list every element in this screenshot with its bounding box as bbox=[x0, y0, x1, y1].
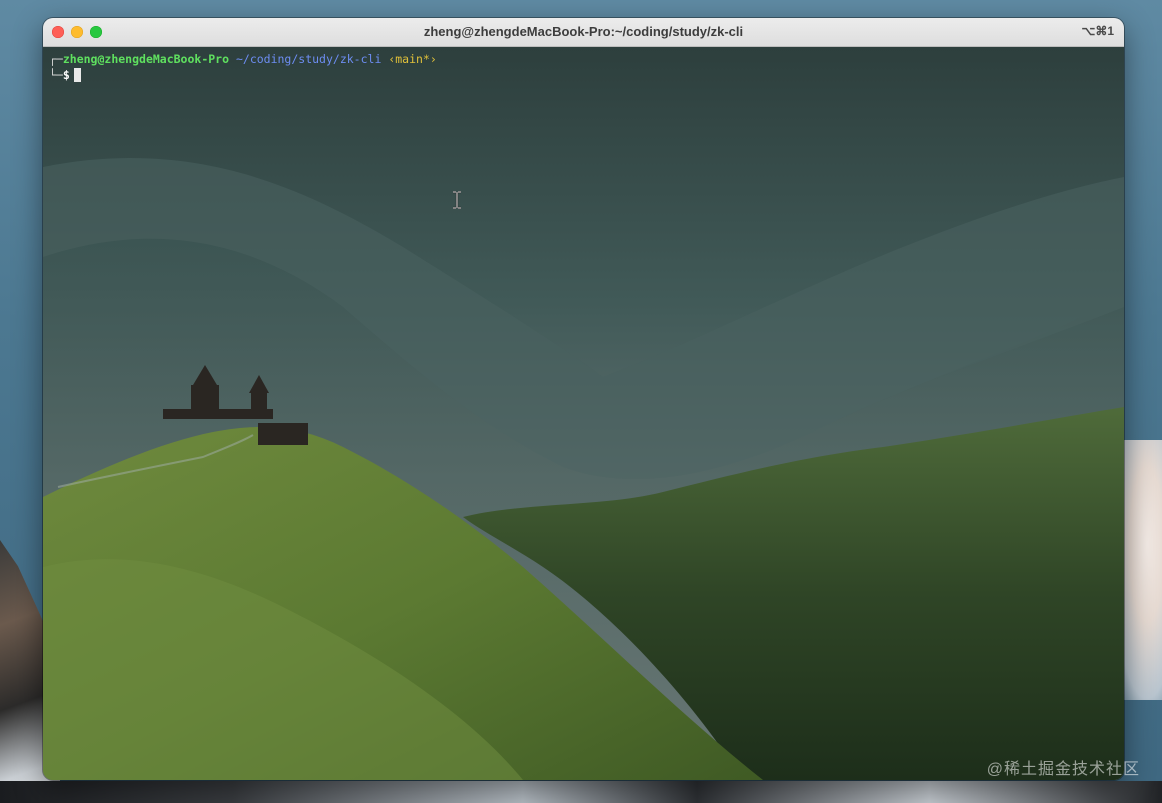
terminal-background-image bbox=[43, 47, 1124, 780]
shell-prompt: ┌─zheng@zhengdeMacBook-Pro ~/coding/stud… bbox=[49, 51, 437, 83]
window-title: zheng@zhengdeMacBook-Pro:~/coding/study/… bbox=[423, 24, 744, 39]
desktop-wallpaper-bottom bbox=[0, 781, 1162, 803]
prompt-corner-top: ┌─ bbox=[49, 52, 63, 66]
watermark-text: @稀土掘金技术社区 bbox=[986, 761, 1140, 778]
tab-shortcut-label: ⌥⌘1 bbox=[1081, 24, 1114, 38]
prompt-user-host: zheng@zhengdeMacBook-Pro bbox=[62, 52, 230, 66]
terminal-cursor bbox=[73, 68, 81, 82]
prompt-symbol: $ bbox=[62, 68, 70, 82]
i-beam-cursor-icon bbox=[453, 191, 461, 209]
prompt-corner-bottom: └─ bbox=[49, 68, 63, 82]
prompt-git-branch: ‹main*› bbox=[388, 52, 437, 66]
terminal-window[interactable]: zheng@zhengdeMacBook-Pro:~/coding/study/… bbox=[43, 18, 1124, 780]
prompt-path: ~/coding/study/zk-cli bbox=[235, 52, 382, 66]
window-titlebar[interactable]: zheng@zhengdeMacBook-Pro:~/coding/study/… bbox=[43, 18, 1124, 47]
terminal-content[interactable]: ┌─zheng@zhengdeMacBook-Pro ~/coding/stud… bbox=[43, 47, 1124, 780]
